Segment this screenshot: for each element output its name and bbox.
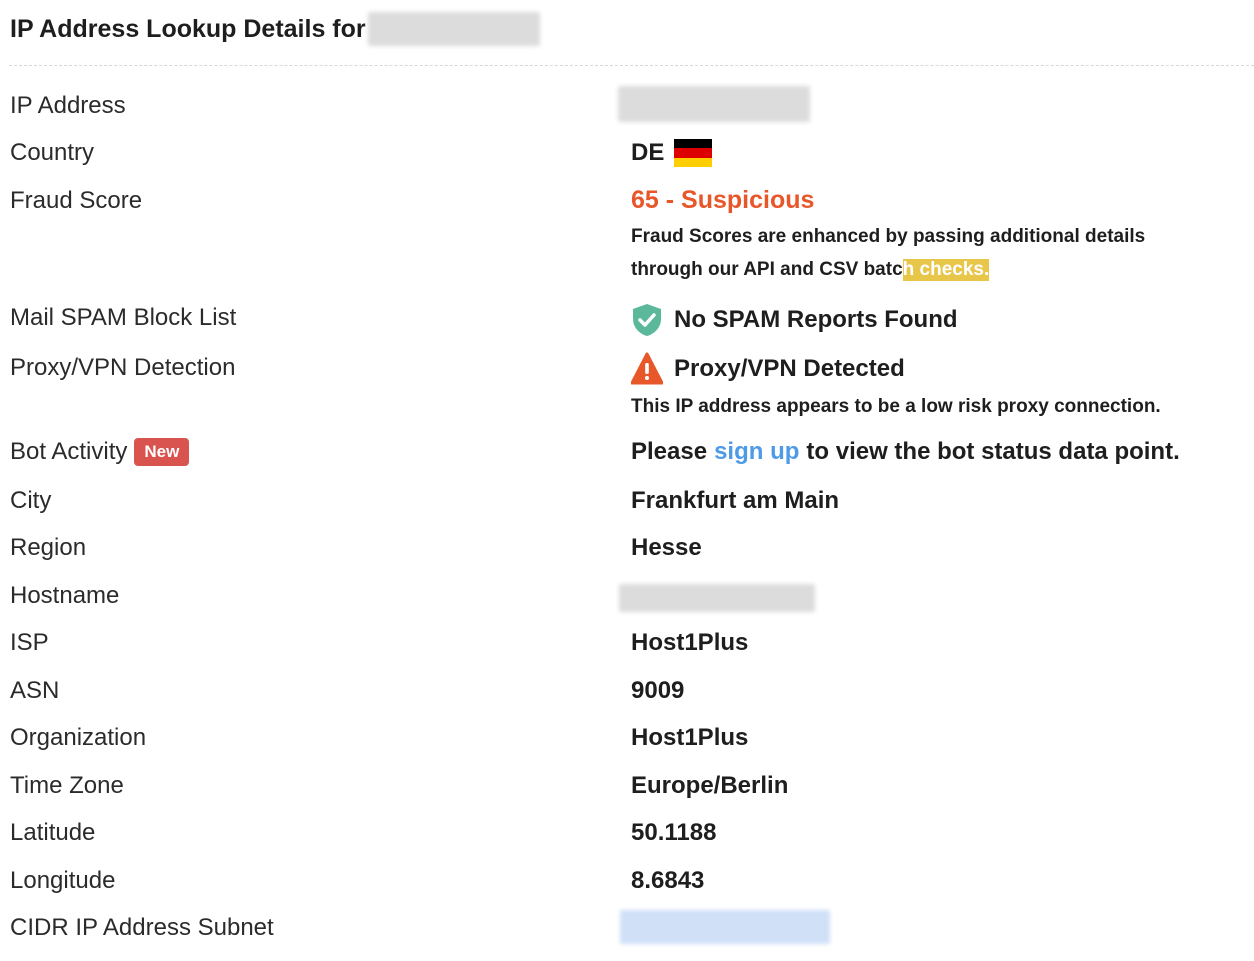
germany-flag-icon bbox=[674, 139, 713, 167]
label-city: City bbox=[10, 487, 52, 514]
country-value: DE bbox=[631, 139, 713, 167]
fraud-note-line1: Fraud Scores are enhanced by passing add… bbox=[631, 226, 1146, 247]
batch-checks-link[interactable]: h checks. bbox=[902, 259, 990, 281]
asn-value: 9009 bbox=[631, 677, 685, 704]
bot-value-post: to view the bot status data point. bbox=[806, 438, 1180, 465]
organization-value: Host1Plus bbox=[631, 724, 749, 751]
spam-value: No SPAM Reports Found bbox=[631, 303, 958, 337]
label-ip-address: IP Address bbox=[10, 92, 126, 119]
isp-value: Host1Plus bbox=[631, 629, 749, 656]
page-title: IP Address Lookup Details for bbox=[10, 12, 540, 46]
label-proxy: Proxy/VPN Detection bbox=[10, 354, 236, 381]
time-zone-value: Europe/Berlin bbox=[631, 772, 789, 799]
latitude-value: 50.1188 bbox=[631, 819, 717, 846]
city-value: Frankfurt am Main bbox=[631, 487, 840, 514]
label-time-zone: Time Zone bbox=[10, 772, 124, 799]
label-cidr: CIDR IP Address Subnet bbox=[10, 914, 274, 941]
proxy-value-text: Proxy/VPN Detected bbox=[674, 355, 905, 382]
label-bot-activity: Bot Activity New bbox=[10, 438, 190, 466]
label-organization: Organization bbox=[10, 724, 147, 751]
sign-up-link[interactable]: sign up bbox=[714, 438, 799, 466]
region-value: Hesse bbox=[631, 534, 702, 561]
label-region: Region bbox=[10, 534, 87, 561]
redacted-ip-value bbox=[618, 86, 810, 122]
shield-check-icon bbox=[631, 303, 663, 337]
country-code: DE bbox=[631, 139, 665, 166]
label-isp: ISP bbox=[10, 629, 49, 656]
bot-value-pre: Please bbox=[631, 438, 708, 465]
fraud-note-text: through our API and CSV batc bbox=[631, 259, 903, 280]
label-hostname: Hostname bbox=[10, 582, 120, 609]
redacted-hostname bbox=[619, 584, 815, 612]
bot-value: Please sign up to view the bot status da… bbox=[631, 438, 1180, 466]
fraud-note-line2: through our API and CSV batc h checks. bbox=[631, 259, 990, 281]
label-longitude: Longitude bbox=[10, 867, 116, 894]
label-asn: ASN bbox=[10, 677, 60, 704]
label-bot-activity-text: Bot Activity bbox=[10, 438, 128, 465]
warning-triangle-icon bbox=[630, 352, 664, 386]
page-title-text: IP Address Lookup Details for bbox=[10, 14, 366, 43]
proxy-note: This IP address appears to be a low risk… bbox=[631, 396, 1161, 417]
label-latitude: Latitude bbox=[10, 819, 96, 846]
longitude-value: 8.6843 bbox=[631, 867, 705, 894]
label-fraud-score: Fraud Score bbox=[10, 187, 143, 214]
spam-value-text: No SPAM Reports Found bbox=[674, 306, 958, 333]
redacted-cidr-link[interactable] bbox=[620, 910, 830, 944]
label-spam-list: Mail SPAM Block List bbox=[10, 304, 237, 331]
proxy-value: Proxy/VPN Detected bbox=[630, 352, 905, 386]
divider bbox=[9, 65, 1254, 66]
redacted-ip bbox=[367, 12, 540, 46]
fraud-score-value: 65 - Suspicious bbox=[631, 186, 815, 214]
label-country: Country bbox=[10, 139, 95, 166]
new-badge: New bbox=[134, 438, 190, 466]
